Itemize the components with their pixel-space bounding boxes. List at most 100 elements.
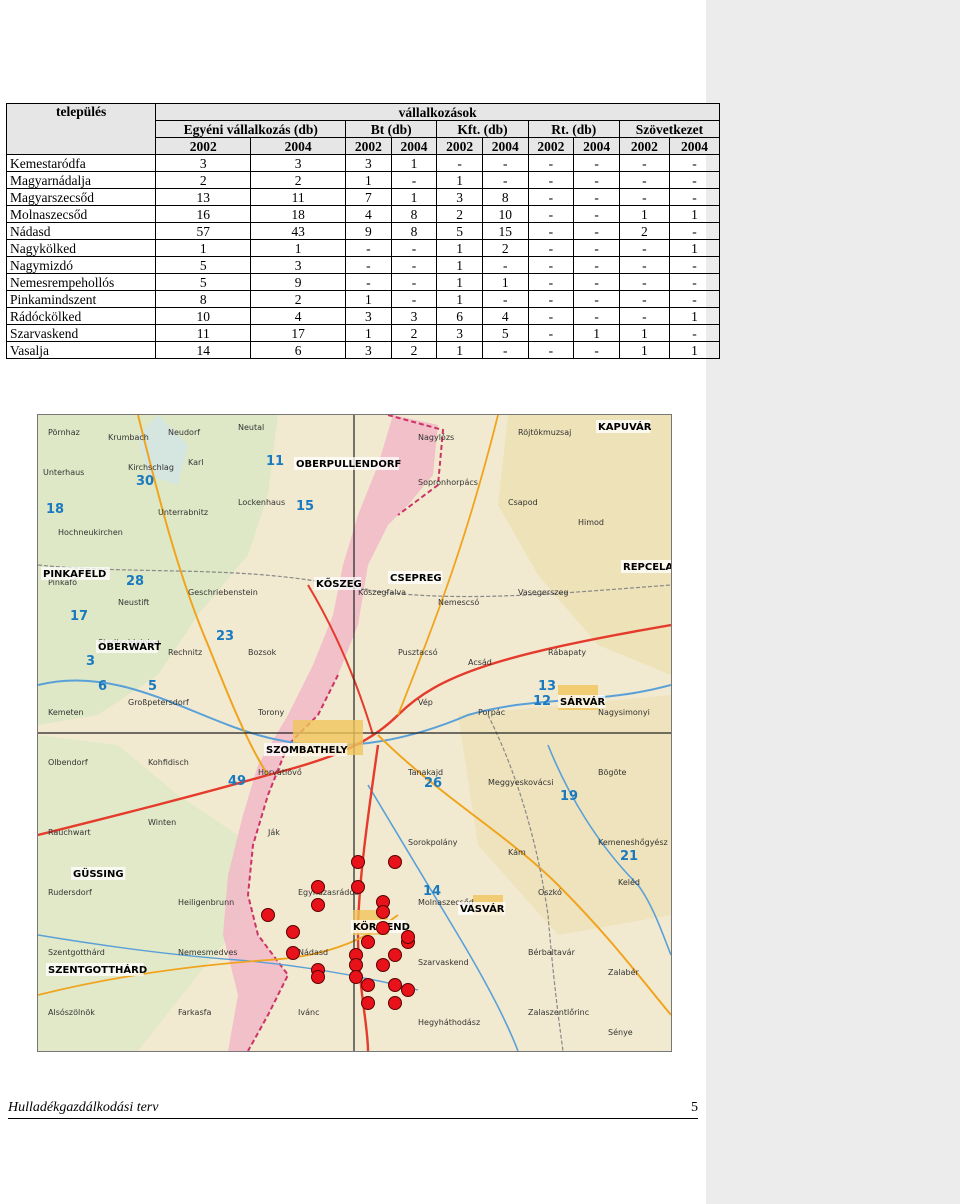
svg-text:Kohfidisch: Kohfidisch	[148, 758, 189, 767]
table-cell: -	[668, 222, 721, 240]
table-cell: 4	[250, 307, 347, 325]
table-cell: 11	[250, 188, 347, 206]
table-cell: -	[390, 273, 438, 291]
table-cell: -	[345, 256, 392, 274]
header-vallalkozasok: vállalkozások	[155, 103, 720, 121]
table-cell: 2	[481, 239, 529, 257]
settlement-marker	[361, 978, 375, 992]
table-cell: 3	[436, 324, 483, 342]
svg-text:Keléd: Keléd	[618, 877, 640, 887]
table-row: Kemestaródfa 3 3 3 1- - - - - -	[5, 154, 721, 172]
svg-text:Rábapaty: Rábapaty	[548, 648, 586, 657]
city-label: OBERPULLENDORF	[296, 459, 401, 470]
settlement-name: Magyarnádalja	[5, 171, 157, 189]
table-cell: 1	[250, 239, 347, 257]
table-cell: 1	[481, 273, 529, 291]
table-row: Nagymizdó 5 3- -1- - - - -	[5, 256, 721, 274]
svg-text:Unterrabnitz: Unterrabnitz	[158, 508, 208, 517]
svg-text:Heiligenbrunn: Heiligenbrunn	[178, 898, 234, 907]
header-group: Egyéni vállalkozás (db)	[155, 120, 347, 138]
table-row: Nádasd 57 43 9 8 5 15- -2-	[5, 222, 721, 240]
table-cell: -	[618, 307, 670, 325]
svg-text:Zalabér: Zalabér	[608, 967, 640, 977]
settlement-marker	[401, 930, 415, 944]
table-cell: 3	[250, 256, 347, 274]
table-cell: 1	[345, 324, 392, 342]
table-cell: 9	[250, 273, 347, 291]
table-cell: 3	[250, 154, 347, 172]
settlement-marker	[286, 946, 300, 960]
table-cell: 1	[668, 239, 721, 257]
grid-number: 19	[560, 789, 578, 804]
city-label: REPCELAK	[623, 562, 671, 573]
table-cell: 6	[250, 341, 347, 359]
table-cell: -	[573, 341, 620, 359]
header-group: Kft. (db)	[436, 120, 529, 138]
table-cell: 5	[481, 324, 529, 342]
table-cell: 2	[250, 290, 347, 308]
header-telepules: település	[5, 103, 157, 155]
svg-text:Vasegerszeg: Vasegerszeg	[518, 588, 569, 597]
table-cell: 10	[155, 307, 252, 325]
svg-text:Rauchwart: Rauchwart	[48, 828, 91, 837]
svg-text:Rudersdorf: Rudersdorf	[48, 888, 92, 897]
table-cell: -	[390, 239, 438, 257]
city-label: SÁRVÁR	[560, 695, 605, 708]
table-cell: -	[390, 290, 438, 308]
settlement-marker	[311, 880, 325, 894]
header-year: 2004	[481, 137, 529, 155]
svg-text:Rechnitz: Rechnitz	[168, 648, 202, 657]
table-cell: 1	[436, 290, 483, 308]
table-cell: 1	[155, 239, 252, 257]
svg-text:Neutal: Neutal	[238, 423, 264, 432]
table-cell: 1	[436, 239, 483, 257]
table-cell: -	[573, 239, 620, 257]
svg-text:Oszkó: Oszkó	[538, 887, 562, 897]
footer-title: Hulladékgazdálkodási terv	[8, 1100, 159, 1115]
city-label: VASVÁR	[460, 902, 505, 915]
table-cell: -	[481, 341, 529, 359]
svg-text:Sénye: Sénye	[608, 1027, 633, 1037]
table-cell: 8	[390, 222, 438, 240]
table-cell: 1	[668, 307, 721, 325]
table-cell: -	[390, 171, 438, 189]
header-year: 2004	[390, 137, 438, 155]
settlement-marker	[261, 908, 275, 922]
grid-number: 21	[620, 849, 638, 864]
table-cell: -	[527, 222, 575, 240]
table-cell: 6	[436, 307, 483, 325]
table-cell: -	[573, 307, 620, 325]
city-label: PINKAFELD	[43, 569, 106, 580]
table-cell: -	[668, 188, 721, 206]
svg-text:Nemesmedves: Nemesmedves	[178, 948, 237, 957]
grid-number: 5	[148, 679, 157, 694]
settlement-marker	[351, 855, 365, 869]
table-cell: -	[527, 324, 575, 342]
table-row: Molnaszecsőd 16 18 4 8 2 10- -1 1	[5, 205, 721, 223]
page-footer: Hulladékgazdálkodási terv 5	[8, 1098, 698, 1119]
city-label: OBERWART	[98, 642, 161, 653]
table-cell: 11	[155, 324, 252, 342]
table-row: Rádóckölked 10 4 3 3 6 4- - -1	[5, 307, 721, 325]
table-cell: -	[527, 239, 575, 257]
settlement-marker	[311, 898, 325, 912]
svg-text:Nagysimonyi: Nagysimonyi	[598, 708, 650, 717]
table-row: Vasalja 14 6 3 2 1- - -1 1	[5, 341, 721, 359]
settlement-marker	[361, 996, 375, 1010]
table-row: Szarvaskend 11 17 1 2 3 5-1 1-	[5, 324, 721, 342]
table-cell: 8	[390, 205, 438, 223]
table-cell: 1	[436, 273, 483, 291]
table-cell: -	[668, 273, 721, 291]
svg-text:Vép: Vép	[418, 697, 433, 707]
svg-text:Alsószölnök: Alsószölnök	[48, 1007, 95, 1017]
settlement-marker	[376, 958, 390, 972]
table-cell: -	[527, 171, 575, 189]
table-cell: 1	[345, 290, 392, 308]
svg-text:Neudorf: Neudorf	[168, 428, 200, 437]
table-cell: 1	[436, 256, 483, 274]
table-cell: -	[573, 290, 620, 308]
grid-number: 49	[228, 774, 246, 789]
svg-text:Meggyeskovácsi: Meggyeskovácsi	[488, 778, 553, 787]
table-cell: 8	[155, 290, 252, 308]
table-cell: -	[527, 290, 575, 308]
